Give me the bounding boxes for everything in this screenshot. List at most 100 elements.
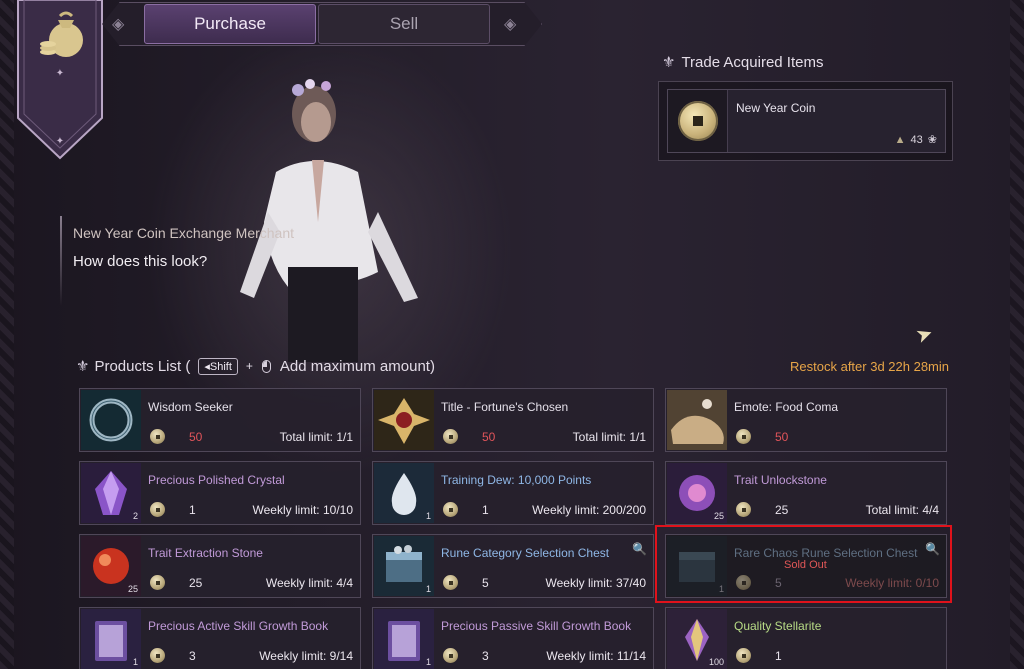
price-value: 25 bbox=[189, 575, 203, 590]
product-limit: Total limit: 4/4 bbox=[865, 503, 939, 517]
product-card-emote-food-coma[interactable]: Emote: Food Coma 50 bbox=[665, 388, 947, 452]
product-card-precious-active-skill-book[interactable]: 1 Precious Active Skill Growth Book 3 We… bbox=[79, 607, 361, 669]
coins-icon: ❀ bbox=[927, 134, 937, 146]
product-name: Trait Extraction Stone bbox=[148, 546, 263, 560]
product-price: 50 bbox=[150, 429, 209, 444]
emblem-icon bbox=[378, 398, 430, 444]
product-name: Precious Active Skill Growth Book bbox=[148, 619, 329, 633]
product-card-training-dew[interactable]: 1 Training Dew: 10,000 Points 1 Weekly l… bbox=[372, 461, 654, 525]
price-value: 5 bbox=[482, 575, 489, 590]
product-limit: Weekly limit: 11/14 bbox=[546, 649, 646, 663]
product-price: 25 bbox=[150, 575, 209, 590]
product-limit: Total limit: 1/1 bbox=[279, 430, 353, 444]
item-quantity: 1 bbox=[425, 657, 431, 667]
product-limit: Weekly limit: 9/14 bbox=[259, 649, 353, 663]
plus-sign: + bbox=[245, 359, 253, 373]
left-border-decoration bbox=[0, 0, 14, 669]
product-name: Precious Passive Skill Growth Book bbox=[441, 619, 632, 633]
mouse-click-icon bbox=[261, 359, 271, 373]
item-quantity: 2 bbox=[132, 511, 138, 521]
fleur-icon: ⚜ bbox=[662, 54, 676, 71]
product-name: Emote: Food Coma bbox=[734, 400, 839, 414]
product-price: 3 bbox=[150, 648, 209, 663]
product-card-quality-stellarite[interactable]: 100 Quality Stellarite 1 bbox=[665, 607, 947, 669]
ring-icon bbox=[89, 398, 133, 442]
trade-title-text: Trade Acquired Items bbox=[681, 53, 824, 71]
product-card-precious-passive-skill-book[interactable]: 1 Precious Passive Skill Growth Book 3 W… bbox=[372, 607, 654, 669]
price-value: 3 bbox=[482, 648, 489, 663]
product-card-trait-extraction-stone[interactable]: 25 Trait Extraction Stone 25 Weekly limi… bbox=[79, 534, 361, 598]
right-border-decoration bbox=[1010, 0, 1024, 669]
coin-icon bbox=[150, 575, 165, 590]
tab-purchase[interactable]: Purchase bbox=[144, 4, 316, 44]
product-price: 3 bbox=[443, 648, 502, 663]
products-hint: Add maximum amount) bbox=[279, 357, 435, 375]
trade-item-count: ▲ 43 ❀ bbox=[894, 133, 937, 147]
mouse-cursor-icon: ➤ bbox=[912, 321, 937, 349]
trade-item-thumb bbox=[668, 90, 728, 152]
price-value: 1 bbox=[189, 502, 196, 517]
coin-icon bbox=[443, 648, 458, 663]
product-price: 5 bbox=[443, 575, 502, 590]
passive-book-thumb: 1 bbox=[374, 609, 434, 669]
fleur-icon: ⚜ bbox=[76, 358, 90, 375]
product-limit: Weekly limit: 37/40 bbox=[545, 576, 646, 590]
preview-magnifier-icon[interactable]: 🔍 bbox=[632, 542, 647, 556]
product-card-trait-unlockstone[interactable]: 25 Trait Unlockstone 25 Total limit: 4/4 bbox=[665, 461, 947, 525]
product-price: 25 bbox=[736, 502, 795, 517]
product-limit: Total limit: 1/1 bbox=[572, 430, 646, 444]
price-value: 25 bbox=[775, 502, 789, 517]
dew-thumb: 1 bbox=[374, 463, 434, 523]
item-quantity: 25 bbox=[713, 511, 724, 521]
tab-sell[interactable]: Sell bbox=[318, 4, 490, 44]
npc-dialogue-text: How does this look? bbox=[73, 253, 208, 270]
svg-text:✦: ✦ bbox=[56, 136, 64, 147]
trade-acquired-panel: New Year Coin ▲ 43 ❀ bbox=[658, 81, 953, 161]
product-name: Training Dew: 10,000 Points bbox=[441, 473, 592, 487]
coin-icon bbox=[443, 502, 458, 517]
product-name: Precious Polished Crystal bbox=[148, 473, 285, 487]
coin-icon bbox=[443, 575, 458, 590]
coin-icon bbox=[150, 502, 165, 517]
rune-chest-thumb: 1 bbox=[374, 536, 434, 596]
product-price: 50 bbox=[443, 429, 502, 444]
item-quantity: 1 bbox=[425, 584, 431, 594]
dialogue-divider bbox=[60, 216, 62, 306]
item-quantity: 100 bbox=[708, 657, 724, 667]
shop-banner: ✦ ✦ bbox=[16, 0, 104, 160]
new-year-coin-icon bbox=[677, 101, 718, 141]
item-quantity: 25 bbox=[127, 584, 138, 594]
stack-icon: ▲ bbox=[894, 133, 906, 146]
item-quantity: 1 bbox=[425, 511, 431, 521]
svg-text:✦: ✦ bbox=[56, 68, 64, 79]
product-name: Title - Fortune's Chosen bbox=[441, 400, 569, 414]
merchant-character bbox=[240, 79, 418, 362]
price-value: 3 bbox=[189, 648, 196, 663]
product-card-rune-category-selection-chest[interactable]: 1 Rune Category Selection Chest 🔍 5 Week… bbox=[372, 534, 654, 598]
product-price: 50 bbox=[736, 429, 795, 444]
trade-item-slot[interactable]: New Year Coin ▲ 43 ❀ bbox=[667, 89, 946, 153]
tab-left-arrow-icon: ◈ bbox=[112, 16, 125, 33]
emote-icon bbox=[671, 399, 724, 444]
shift-key-badge: ◂Shift bbox=[198, 357, 238, 375]
product-name: Trait Unlockstone bbox=[734, 473, 827, 487]
shift-key-label: Shift bbox=[209, 360, 232, 373]
npc-name: New Year Coin Exchange Merchant bbox=[73, 225, 295, 241]
product-card-title-fortunes-chosen[interactable]: Title - Fortune's Chosen 50 Total limit:… bbox=[372, 388, 654, 452]
product-limit: Weekly limit: 10/10 bbox=[252, 503, 353, 517]
product-card-wisdom-seeker[interactable]: Wisdom Seeker 50 Total limit: 1/1 bbox=[79, 388, 361, 452]
product-price: 1 bbox=[736, 648, 795, 663]
product-limit: Weekly limit: 4/4 bbox=[265, 576, 353, 590]
emote-thumb bbox=[667, 390, 727, 450]
product-name: Quality Stellarite bbox=[734, 619, 822, 633]
tab-right-arrow-icon: ◈ bbox=[504, 16, 517, 33]
coin-icon bbox=[150, 648, 165, 663]
price-value: 50 bbox=[482, 429, 496, 444]
active-book-thumb: 1 bbox=[81, 609, 141, 669]
unlockstone-thumb: 25 bbox=[667, 463, 727, 523]
product-name: Rune Category Selection Chest bbox=[441, 546, 610, 560]
product-card-precious-polished-crystal[interactable]: 2 Precious Polished Crystal 1 Weekly lim… bbox=[79, 461, 361, 525]
product-price: 1 bbox=[443, 502, 502, 517]
trade-item-name: New Year Coin bbox=[736, 101, 816, 115]
item-quantity: 1 bbox=[132, 657, 138, 667]
